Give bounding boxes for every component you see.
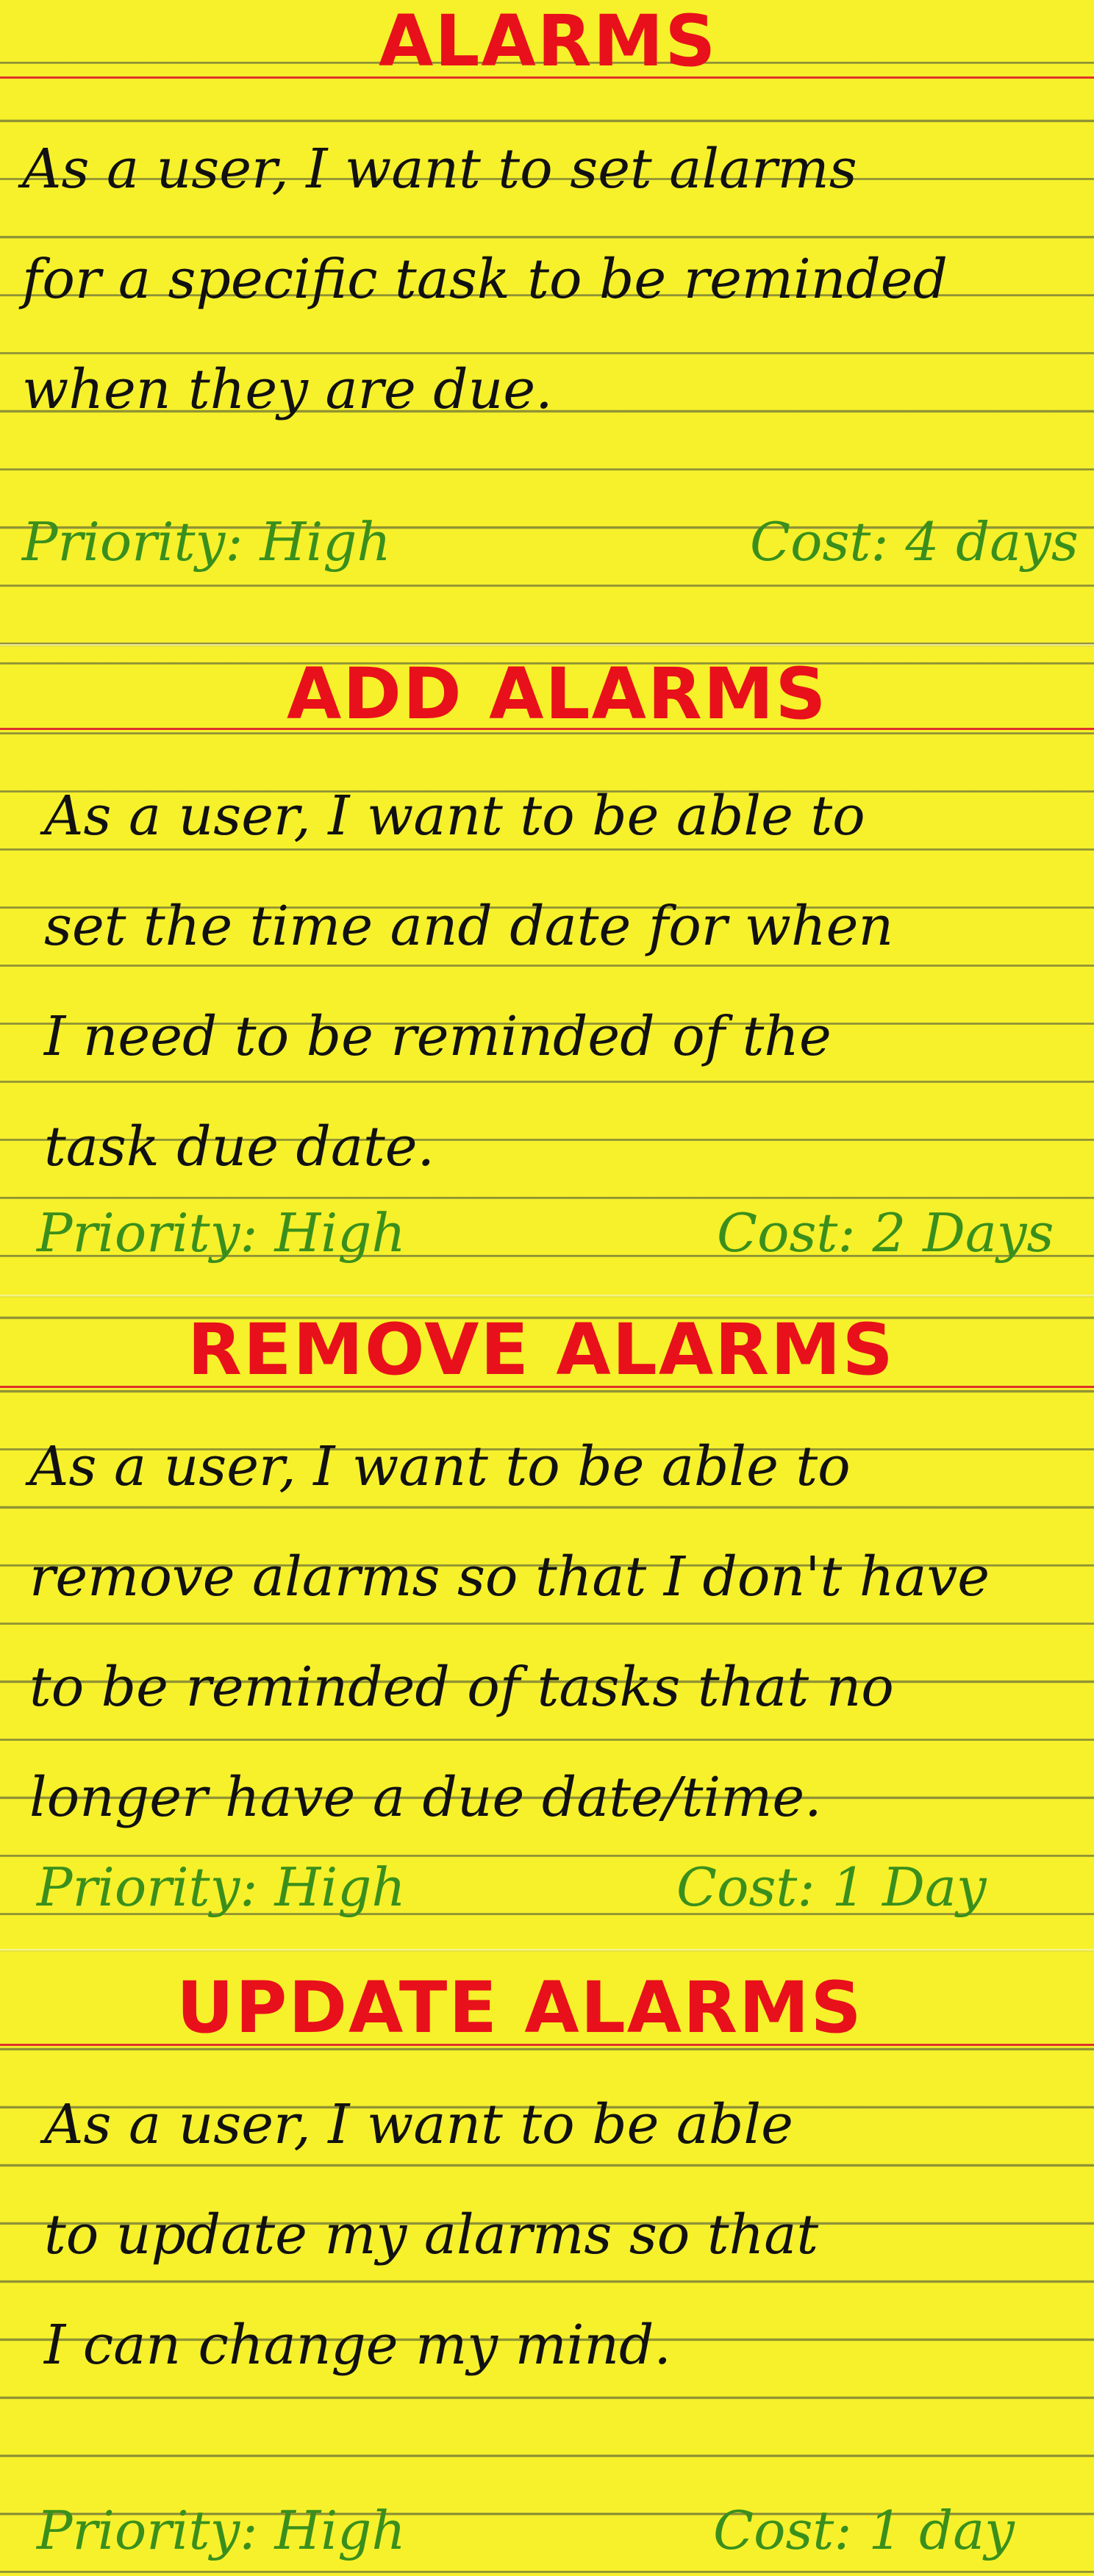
- card-title: ADD ALARMS: [287, 653, 828, 735]
- card-title: REMOVE ALARMS: [187, 1309, 895, 1391]
- description-line: set the time and date for when: [44, 895, 894, 958]
- description-line: As a user, I want to be able to: [44, 784, 865, 848]
- description-line: As a user, I want to set alarms: [22, 137, 857, 201]
- story-card-remove-alarms: REMOVE ALARMS As a user, I want to be ab…: [0, 1298, 1094, 1952]
- description-line: when they are due.: [22, 358, 553, 421]
- card-title: UPDATE ALARMS: [176, 1967, 863, 2049]
- cost-label: Cost: 4 days: [750, 511, 1079, 573]
- description-line: I need to be reminded of the: [44, 1005, 832, 1068]
- cost-label: Cost: 1 Day: [676, 1856, 987, 1918]
- card-description: As a user, I want to set alarms for a sp…: [22, 114, 1081, 445]
- description-line: longer have a due date/time.: [29, 1766, 822, 1829]
- story-card-add-alarms: ADD ALARMS As a user, I want to be able …: [0, 647, 1094, 1298]
- description-line: I can change my mind.: [44, 2314, 671, 2377]
- card-title: ALARMS: [379, 0, 718, 82]
- cost-label: Cost: 1 day: [713, 2500, 1015, 2561]
- priority-label: Priority: High: [37, 1856, 406, 1918]
- description-line: task due date.: [44, 1115, 435, 1178]
- description-line: remove alarms so that I don't have: [29, 1545, 990, 1609]
- description-line: As a user, I want to be able to: [29, 1435, 851, 1498]
- story-card-alarms: ALARMS As a user, I want to set alarms f…: [0, 0, 1094, 647]
- card-description: As a user, I want to be able to set the …: [44, 761, 1094, 1202]
- priority-label: Priority: High: [22, 511, 391, 573]
- cost-label: Cost: 2 Days: [717, 1202, 1054, 1264]
- priority-label: Priority: High: [37, 2500, 406, 2561]
- description-line: to update my alarms so that: [44, 2203, 819, 2266]
- description-line: to be reminded of tasks that no: [29, 1656, 894, 1719]
- story-card-update-alarms: UPDATE ALARMS As a user, I want to be ab…: [0, 1952, 1094, 2576]
- card-description: As a user, I want to be able to update m…: [44, 2069, 1094, 2400]
- priority-label: Priority: High: [37, 1202, 406, 1264]
- description-line: for a specific task to be reminded: [22, 248, 948, 311]
- card-description: As a user, I want to be able to remove a…: [29, 1412, 1088, 1853]
- index-card-stack: ALARMS As a user, I want to set alarms f…: [0, 0, 1094, 2576]
- description-line: As a user, I want to be able: [44, 2093, 793, 2156]
